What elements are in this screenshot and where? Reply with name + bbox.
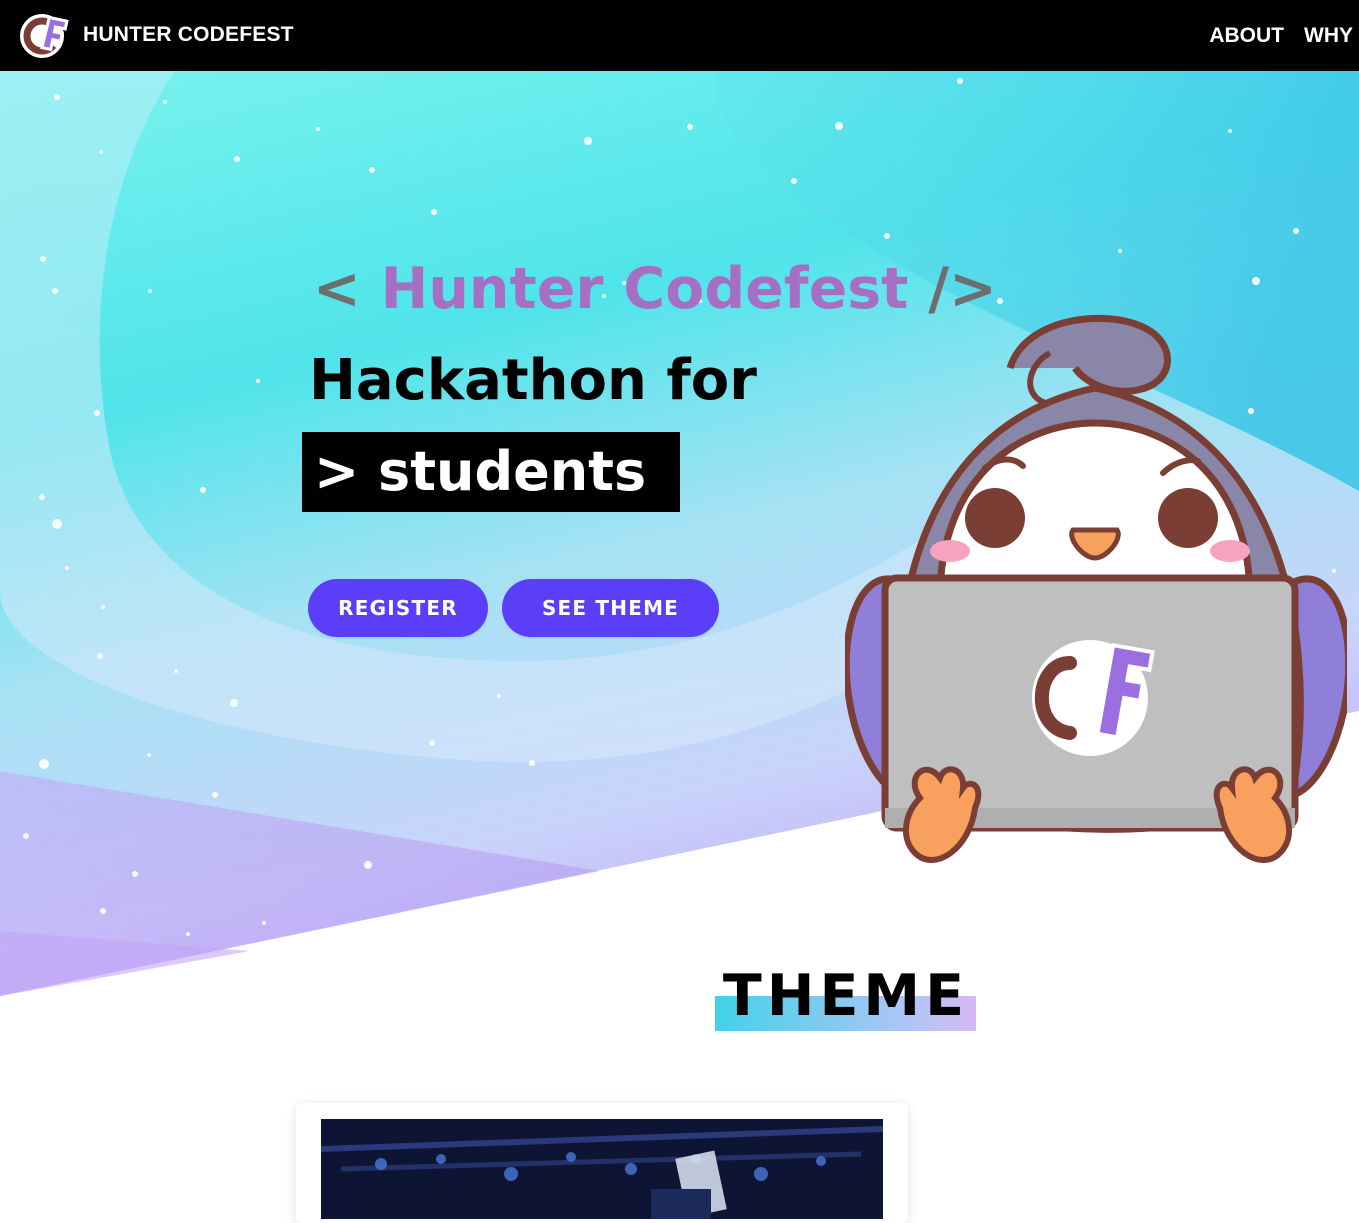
brand-link[interactable]: HUNTER CODEFEST: [18, 9, 294, 61]
codefest-logo-icon: [20, 14, 69, 58]
register-button[interactable]: REGISTER: [308, 579, 488, 637]
hero-content: < Hunter Codefest /> Hackathon for > stu…: [0, 0, 1359, 1223]
nav-links: ABOUT WHY: [1189, 0, 1353, 71]
see-theme-button[interactable]: SEE THEME: [502, 579, 719, 637]
navbar: HUNTER CODEFEST ABOUT WHY: [0, 0, 1359, 71]
typed-text-box: > students: [302, 432, 680, 512]
theme-heading: THEME: [722, 963, 970, 1029]
hero-headline: Hackathon for: [309, 348, 757, 413]
theme-photo: [321, 1119, 883, 1219]
theme-card: [296, 1103, 908, 1223]
open-bracket: <: [313, 256, 361, 322]
brand-name: HUNTER CODEFEST: [83, 23, 294, 46]
penguin-mascot-icon: [845, 314, 1347, 863]
nav-link-about[interactable]: ABOUT: [1209, 24, 1284, 48]
theme-section-heading: THEME: [715, 964, 977, 1034]
nav-link-why[interactable]: WHY: [1304, 24, 1353, 48]
hero-title-name: Hunter Codefest: [380, 256, 909, 322]
